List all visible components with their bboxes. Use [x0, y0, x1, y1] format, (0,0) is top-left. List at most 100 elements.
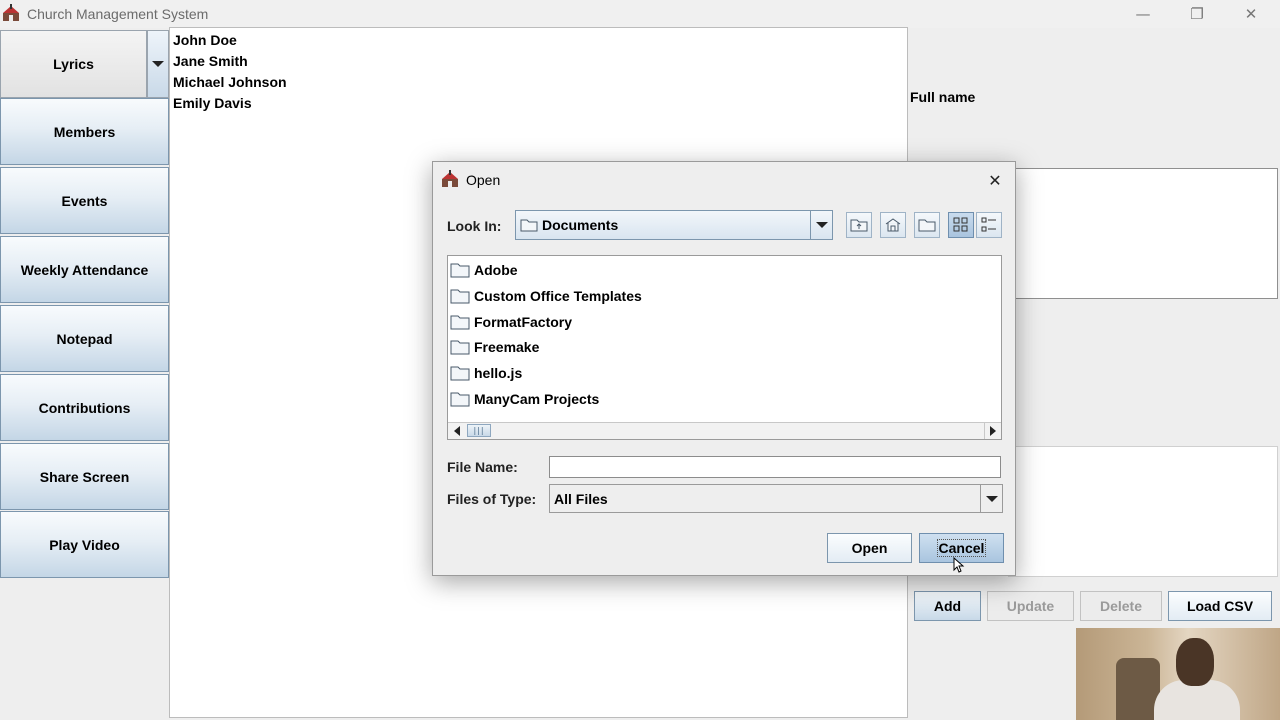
webcam-person-head — [1176, 638, 1214, 686]
lyrics-dropdown-button[interactable] — [147, 30, 169, 98]
sidebar-item-label: Members — [53, 123, 116, 140]
files-of-type-combo[interactable]: All Files — [549, 484, 1003, 513]
window-title: Church Management System — [27, 6, 209, 22]
list-item[interactable]: Michael Johnson — [173, 74, 287, 90]
sidebar-item-members[interactable]: Members — [0, 98, 169, 165]
close-icon: ✕ — [988, 170, 1002, 190]
sidebar-item-events[interactable]: Events — [0, 167, 169, 234]
files-of-type-dropdown-arrow[interactable] — [980, 485, 1002, 512]
sidebar-item-play-video[interactable]: Play Video — [0, 511, 169, 578]
file-name-field[interactable] — [549, 456, 1001, 478]
open-button[interactable]: Open — [827, 533, 912, 563]
update-button[interactable]: Update — [987, 591, 1074, 621]
file-list-item[interactable]: Adobe — [450, 259, 518, 281]
file-list-item[interactable]: ManyCam Projects — [450, 388, 599, 410]
list-item[interactable]: Emily Davis — [173, 95, 252, 111]
list-view-button[interactable] — [948, 212, 974, 238]
files-of-type-value: All Files — [554, 491, 608, 507]
horizontal-scrollbar[interactable]: ||| — [448, 422, 1001, 439]
file-list-item[interactable]: hello.js — [450, 362, 522, 384]
chevron-down-icon — [985, 495, 998, 502]
full-name-textarea[interactable] — [1008, 168, 1278, 299]
file-name: Freemake — [474, 339, 540, 355]
lyrics-button[interactable]: Lyrics — [0, 30, 147, 98]
new-folder-icon — [918, 219, 936, 232]
list-view-icon — [953, 217, 968, 232]
folder-icon — [520, 219, 538, 232]
file-list-item[interactable]: Custom Office Templates — [450, 285, 642, 307]
close-icon: ✕ — [1244, 5, 1258, 23]
sidebar-item-label: Share Screen — [39, 468, 130, 485]
details-textarea[interactable] — [1008, 446, 1278, 577]
file-list-item[interactable]: FormatFactory — [450, 311, 572, 333]
dialog-close-button[interactable]: ✕ — [981, 168, 1009, 192]
minimize-icon: — — [1135, 5, 1151, 23]
details-view-button[interactable] — [976, 212, 1002, 238]
close-window-button[interactable]: ✕ — [1224, 0, 1278, 28]
title-bar: Church Management System — ❐ ✕ — [0, 0, 1280, 28]
sidebar-item-notepad[interactable]: Notepad — [0, 305, 169, 372]
full-name-label: Full name — [910, 89, 976, 105]
chevron-down-icon — [815, 222, 828, 228]
sidebar-item-label: Contributions — [38, 399, 131, 416]
list-item[interactable]: John Doe — [173, 32, 237, 48]
delete-button-label: Delete — [1099, 598, 1143, 614]
delete-button[interactable]: Delete — [1080, 591, 1162, 621]
home-icon — [885, 218, 901, 232]
folder-icon — [450, 289, 470, 304]
file-name: Adobe — [474, 262, 518, 278]
file-list-item[interactable]: Freemake — [450, 336, 539, 358]
look-in-dropdown-arrow[interactable] — [810, 211, 832, 239]
app-logo-icon — [442, 170, 458, 187]
file-name: FormatFactory — [474, 314, 573, 330]
folder-icon — [450, 366, 470, 381]
lyrics-label: Lyrics — [53, 56, 94, 72]
sidebar-nav: Lyrics Members Events Weekly Attendance … — [0, 28, 170, 720]
folder-icon — [450, 392, 470, 407]
list-item[interactable]: Jane Smith — [173, 53, 248, 69]
up-one-level-button[interactable] — [846, 212, 872, 238]
scroll-thumb[interactable]: ||| — [467, 424, 491, 437]
maximize-icon: ❐ — [1190, 5, 1204, 23]
file-name: hello.js — [474, 365, 523, 381]
folder-icon — [450, 315, 470, 330]
add-button-label: Add — [933, 598, 962, 614]
cancel-button-label: Cancel — [936, 539, 987, 557]
files-of-type-label: Files of Type: — [447, 491, 537, 507]
folder-icon — [450, 340, 470, 355]
file-name: ManyCam Projects — [474, 391, 600, 407]
chevron-right-icon — [990, 426, 996, 436]
scroll-thumb-grip: ||| — [473, 426, 485, 435]
webcam-overlay — [1076, 628, 1280, 720]
open-file-dialog: Open ✕ Look In: Documents Adobe Custom O… — [432, 161, 1016, 576]
home-button[interactable] — [880, 212, 906, 238]
webcam-person-body — [1154, 680, 1240, 720]
app-logo-icon — [3, 4, 19, 21]
add-button[interactable]: Add — [914, 591, 981, 621]
file-list[interactable]: Adobe Custom Office Templates FormatFact… — [447, 255, 1002, 440]
sidebar-item-label: Events — [61, 192, 108, 209]
scroll-right-button[interactable] — [984, 423, 1001, 439]
sidebar-item-weekly-attendance[interactable]: Weekly Attendance — [0, 236, 169, 303]
sidebar-item-label: Notepad — [56, 330, 113, 347]
up-folder-icon — [850, 219, 868, 232]
chevron-left-icon — [453, 426, 460, 436]
scroll-left-button[interactable] — [448, 423, 465, 439]
chevron-down-icon — [152, 61, 164, 67]
maximize-button[interactable]: ❐ — [1170, 0, 1224, 28]
dialog-title: Open — [466, 172, 501, 188]
sidebar-item-share-screen[interactable]: Share Screen — [0, 443, 169, 510]
sidebar-item-label: Weekly Attendance — [20, 261, 149, 278]
load-csv-button-label: Load CSV — [1186, 598, 1254, 614]
update-button-label: Update — [1006, 598, 1055, 614]
sidebar-item-contributions[interactable]: Contributions — [0, 374, 169, 441]
load-csv-button[interactable]: Load CSV — [1168, 591, 1272, 621]
look-in-combo[interactable]: Documents — [515, 210, 833, 240]
look-in-label: Look In: — [447, 218, 502, 234]
folder-icon — [450, 263, 470, 278]
lyrics-combo[interactable]: Lyrics — [0, 30, 169, 98]
file-name: Custom Office Templates — [474, 288, 642, 304]
look-in-value: Documents — [542, 217, 619, 233]
new-folder-button[interactable] — [914, 212, 940, 238]
minimize-button[interactable]: — — [1116, 0, 1170, 28]
